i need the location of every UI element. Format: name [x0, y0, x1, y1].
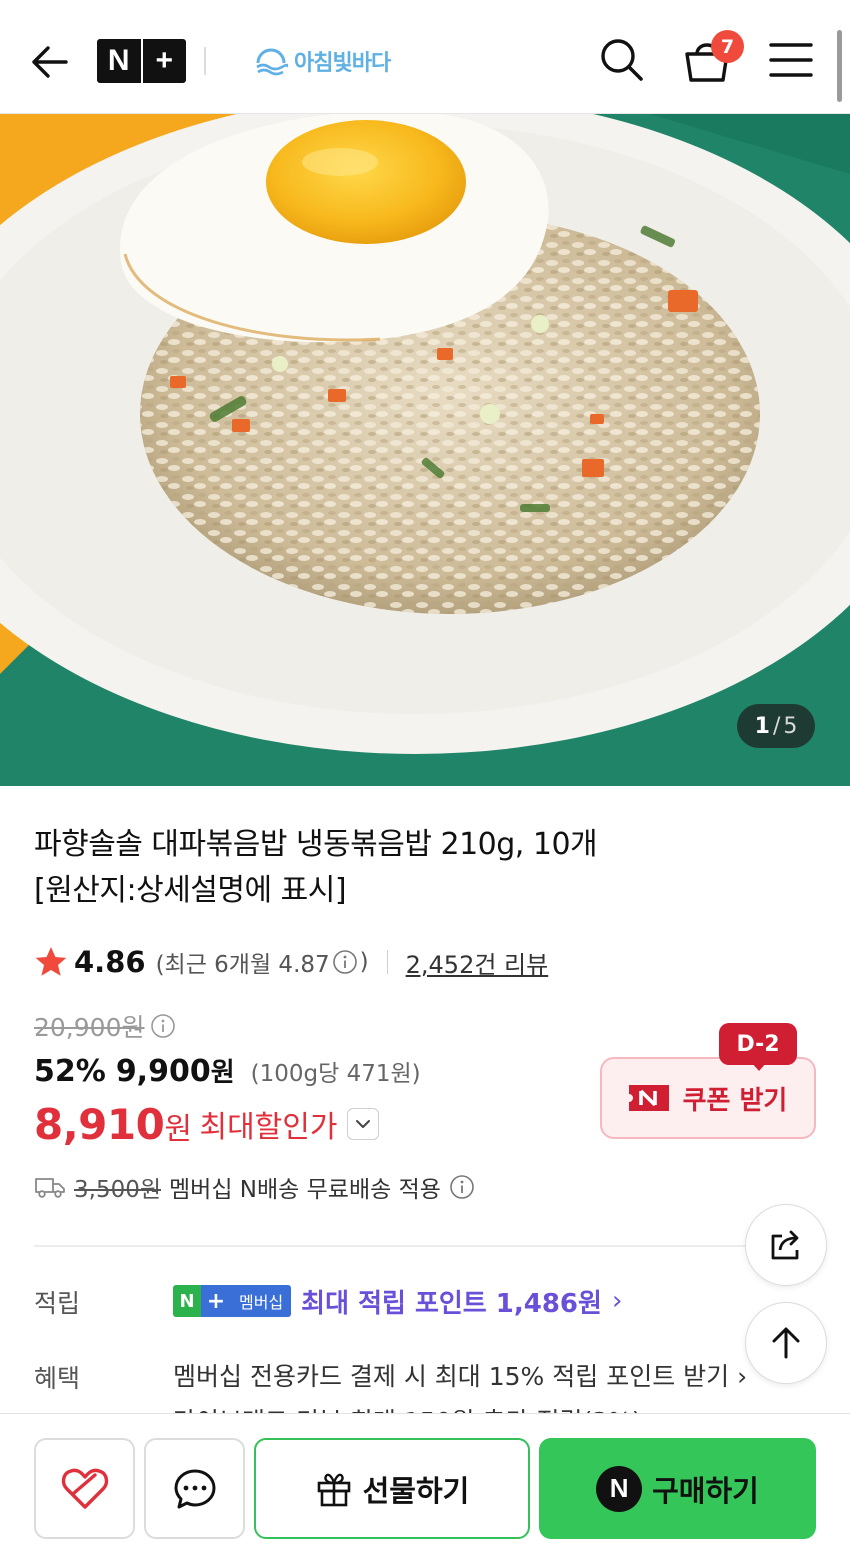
- coupon-dday-badge: D-2: [719, 1023, 797, 1065]
- rating-row: 4.86 (최근 6개월 4.87 ) 2,452건 리뷰: [34, 942, 548, 982]
- image-counter-current: 1: [754, 713, 770, 739]
- review-count-link[interactable]: 2,452건 리뷰: [406, 945, 549, 980]
- section-divider: [34, 1245, 816, 1247]
- shipping-original-fee: 3,500원: [74, 1177, 162, 1203]
- rating-score: 4.86: [74, 945, 146, 979]
- truck-icon: [35, 1178, 65, 1198]
- wave-logo-icon: [256, 48, 288, 76]
- shipping-info-icon[interactable]: [449, 1174, 475, 1200]
- coupon-button[interactable]: 쿠폰 받기: [600, 1057, 816, 1139]
- shipping-text: 멤버십 N배송 무료배송 적용: [169, 1177, 441, 1203]
- menu-icon: [769, 43, 813, 77]
- price-info-icon[interactable]: [150, 1013, 176, 1039]
- gift-button[interactable]: 선물하기: [254, 1438, 530, 1539]
- heart-icon: [61, 1468, 108, 1509]
- coupon-dday-tail: [751, 1062, 767, 1071]
- product-page: N + 아침빛바다 7 1 / 5 파향솔솔 대파볶음밥 냉동볶음밥 210g,…: [0, 0, 850, 1559]
- chat-icon: [174, 1469, 215, 1508]
- sale-price-unit: 원: [210, 1058, 235, 1088]
- coupon-label: 쿠폰 받기: [682, 1085, 788, 1116]
- buy-button[interactable]: N 구매하기: [539, 1438, 816, 1539]
- sale-price: 9,900원: [116, 1052, 235, 1089]
- rating-recent-text: (최근 6개월 4.87: [155, 952, 330, 978]
- page-scrollbar[interactable]: [837, 30, 842, 102]
- image-counter-total: 5: [783, 713, 798, 739]
- points-label: 적립: [34, 1289, 81, 1318]
- buy-label: 구매하기: [652, 1473, 759, 1508]
- discount-rate: 52%: [34, 1054, 106, 1089]
- share-button[interactable]: [745, 1204, 827, 1286]
- delivery-row: 3,500원 멤버십 N배송 무료배송 적용: [34, 1168, 475, 1206]
- sale-price-row: 52% 9,900원 (100g당 471원): [34, 1052, 421, 1094]
- brand-name: 아침빛바다: [294, 51, 391, 76]
- membership-badge-text: 멤버십: [231, 1285, 292, 1317]
- product-title-line1: 파향솔솔 대파볶음밥 냉동볶음밥 210g, 10개: [34, 827, 598, 862]
- product-title-line2: [원산지:상세설명에 표시]: [34, 873, 347, 908]
- talk-button[interactable]: [144, 1438, 245, 1539]
- naver-pay-n-icon: N: [596, 1465, 643, 1512]
- benefit-label: 혜택: [34, 1364, 81, 1393]
- image-counter-separator: /: [772, 713, 781, 739]
- benefit-line-card[interactable]: 멤버십 전용카드 결제 시 최대 15% 적립 포인트 받기 ›: [173, 1357, 747, 1393]
- image-counter: 1 / 5: [737, 704, 815, 748]
- naver-n-coupon-icon: [628, 1085, 669, 1111]
- brand-logo[interactable]: 아침빛바다: [254, 42, 391, 80]
- points-row[interactable]: N + 멤버십 최대 적립 포인트 1,486원 ›: [173, 1281, 622, 1321]
- search-icon: [601, 39, 643, 81]
- gift-label: 선물하기: [362, 1473, 470, 1508]
- membership-badge-n: N: [173, 1285, 201, 1317]
- max-discount-row: 8,910원 최대할인가: [34, 1096, 380, 1152]
- star-icon: [35, 947, 67, 976]
- fried-rice-photo: [0, 114, 850, 786]
- back-arrow-icon: [32, 46, 68, 78]
- bottom-action-bar: 선물하기 N 구매하기: [0, 1413, 850, 1559]
- gift-icon: [317, 1473, 350, 1506]
- top-header: N + 아침빛바다 7: [0, 0, 850, 114]
- share-icon: [771, 1230, 799, 1260]
- cart-count-badge: 7: [711, 30, 744, 63]
- max-discount-price-value: 8,910: [34, 1099, 165, 1149]
- info-icon[interactable]: [332, 949, 358, 975]
- logo-divider: [204, 47, 206, 75]
- rating-divider: [386, 950, 388, 974]
- rating-recent-close: ): [359, 949, 369, 975]
- original-price: 20,900원: [34, 1013, 145, 1042]
- chevron-down-icon: [356, 1120, 371, 1128]
- naver-plus-logo[interactable]: N +: [97, 39, 186, 83]
- product-title: 파향솔솔 대파볶음밥 냉동볶음밥 210g, 10개 [원산지:상세설명에 표시…: [34, 822, 734, 914]
- nplus-logo-plus: +: [155, 44, 174, 77]
- max-discount-label: 최대할인가: [199, 1110, 338, 1145]
- arrow-up-icon: [772, 1327, 800, 1359]
- max-points-text: 최대 적립 포인트 1,486원: [301, 1288, 602, 1319]
- membership-badge: N + 멤버십: [173, 1285, 292, 1317]
- max-discount-price: 8,910원: [34, 1099, 192, 1149]
- unit-price: (100g당 471원): [250, 1061, 421, 1087]
- membership-badge-plus: +: [201, 1285, 231, 1317]
- original-price-row: 20,900원: [34, 1008, 176, 1044]
- max-discount-price-unit: 원: [164, 1111, 192, 1147]
- back-button[interactable]: [28, 40, 72, 84]
- max-discount-expand-button[interactable]: [347, 1108, 380, 1140]
- search-button[interactable]: [598, 36, 646, 84]
- sale-price-value: 9,900: [115, 1054, 211, 1089]
- scroll-top-button[interactable]: [745, 1302, 827, 1384]
- chevron-right-icon: ›: [611, 1286, 623, 1316]
- rating-recent: (최근 6개월 4.87 ): [156, 945, 369, 979]
- menu-button[interactable]: [768, 40, 814, 80]
- product-image[interactable]: [0, 114, 850, 786]
- wishlist-button[interactable]: [34, 1438, 135, 1539]
- nplus-logo-n: N: [107, 44, 130, 77]
